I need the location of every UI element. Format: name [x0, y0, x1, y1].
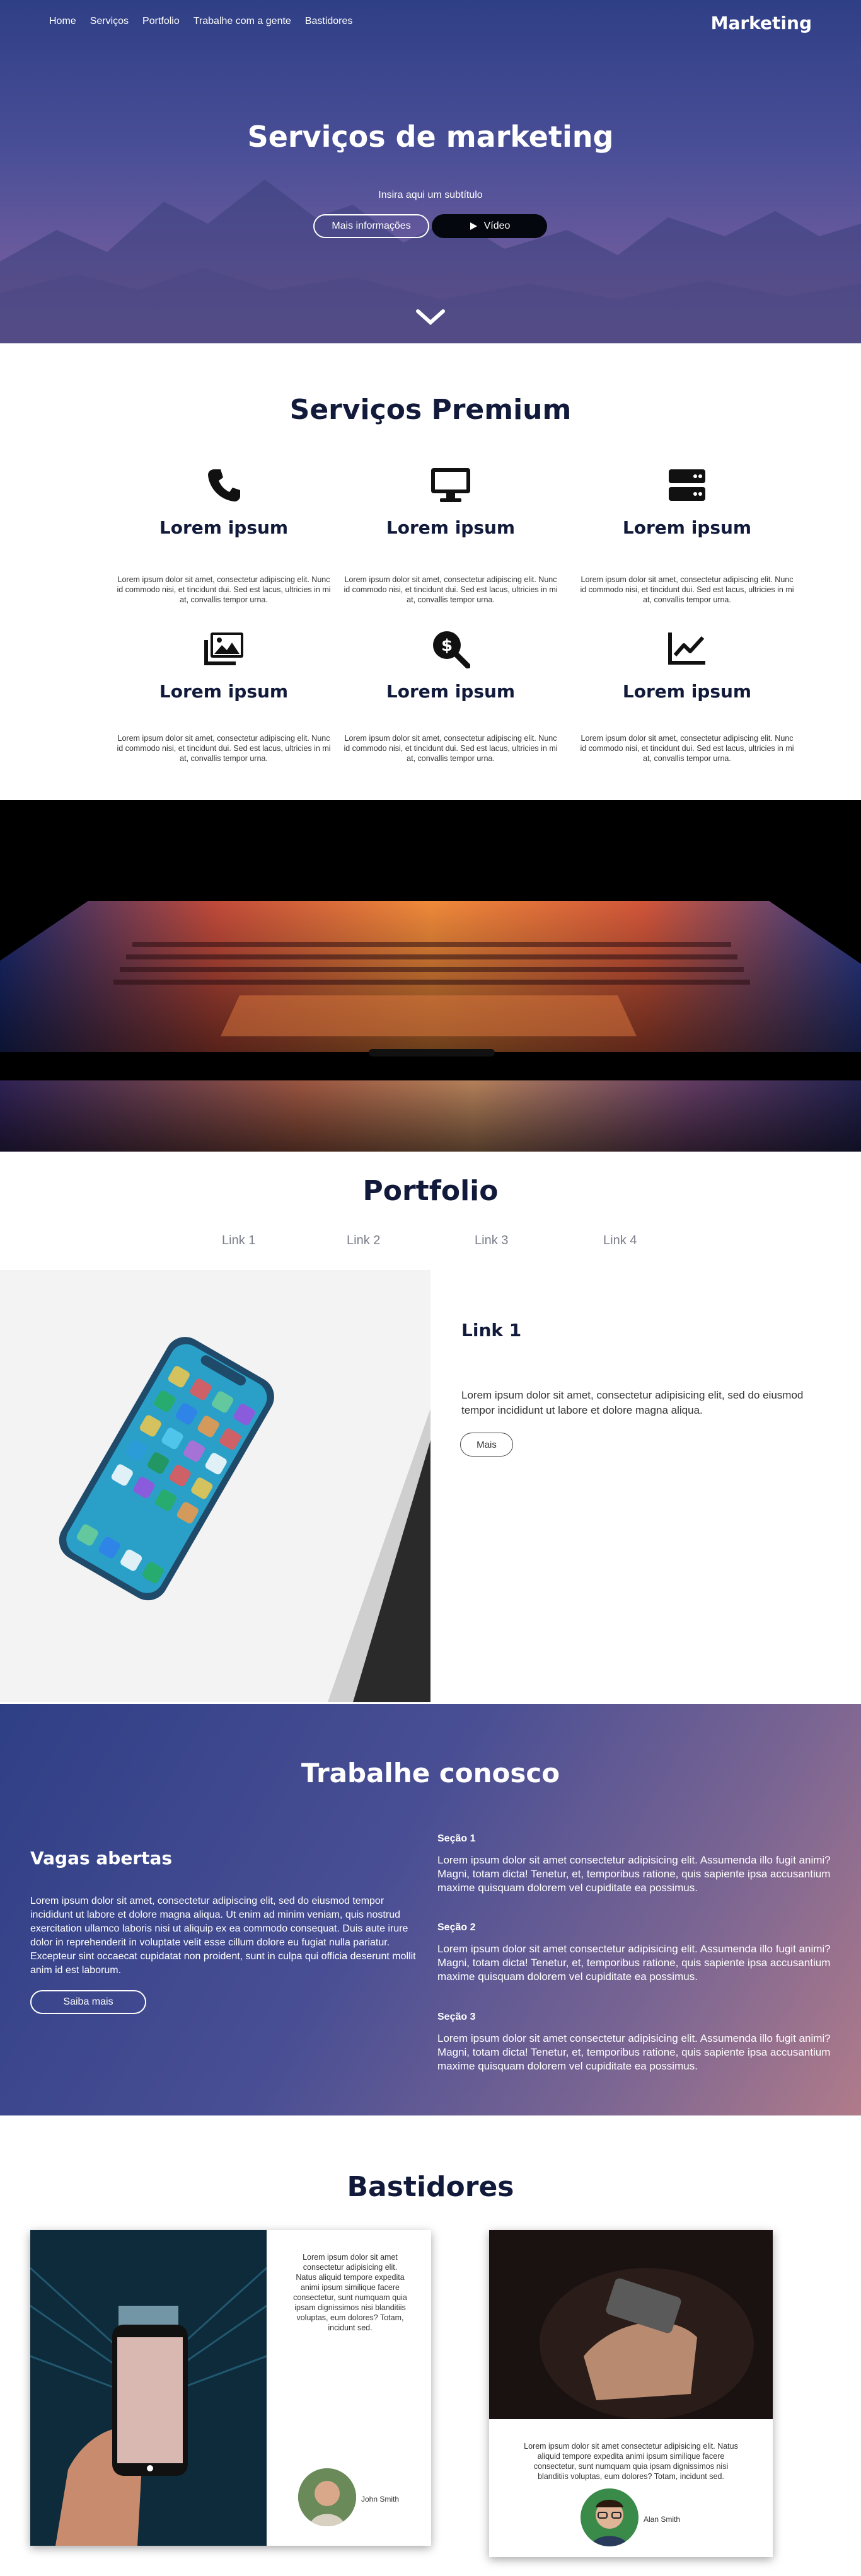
- chevron-down-icon[interactable]: [415, 307, 446, 328]
- work-section-text: Lorem ipsum dolor sit amet consectetur a…: [437, 2032, 831, 2072]
- portfolio-tabs: Link 1 Link 2 Link 3 Link 4: [0, 1234, 861, 1252]
- portfolio-phone-image: [0, 1270, 430, 1702]
- vagas-title: Vagas abertas: [30, 1848, 173, 1869]
- svg-text:$: $: [441, 636, 453, 655]
- work-section-1: Seção 1 Lorem ipsum dolor sit amet conse…: [437, 1833, 835, 1895]
- work-section: Trabalhe conosco Vagas abertas Lorem ips…: [0, 1704, 861, 2115]
- service-title: Lorem ipsum: [386, 681, 516, 702]
- service-card: $ Lorem ipsum Lorem ipsum dolor sit amet…: [344, 627, 558, 764]
- service-text: Lorem ipsum dolor sit amet, consectetur …: [344, 734, 558, 763]
- portfolio-title: Portfolio: [362, 1175, 499, 1207]
- service-card: Lorem ipsum Lorem ipsum dolor sit amet, …: [580, 627, 794, 764]
- service-card: Lorem ipsum Lorem ipsum dolor sit amet, …: [117, 463, 331, 605]
- play-icon: [470, 222, 477, 230]
- service-text: Lorem ipsum dolor sit amet, consectetur …: [117, 575, 331, 604]
- bastidores-card: Lorem ipsum dolor sit amet consectetur a…: [489, 2230, 773, 2557]
- services-title: Serviços Premium: [289, 394, 572, 426]
- video-button-label: Vídeo: [483, 220, 511, 231]
- search-dollar-icon: $: [429, 627, 473, 671]
- work-section-title: Seção 3: [437, 2012, 476, 2022]
- service-card: Lorem ipsum Lorem ipsum dolor sit amet, …: [580, 463, 794, 605]
- main-nav: Home Serviços Portfolio Trabalhe com a g…: [49, 16, 352, 27]
- nav-trabalhe[interactable]: Trabalhe com a gente: [194, 16, 291, 27]
- work-section-text: Lorem ipsum dolor sit amet consectetur a…: [437, 1854, 831, 1894]
- portfolio-tab-2[interactable]: Link 2: [347, 1234, 380, 1248]
- portfolio-item-title: Link 1: [461, 1320, 522, 1341]
- service-title: Lorem ipsum: [622, 517, 752, 538]
- nav-servicos[interactable]: Serviços: [90, 16, 129, 27]
- work-section-title: Seção 2: [437, 1922, 476, 1933]
- portfolio-tab-3[interactable]: Link 3: [475, 1234, 508, 1248]
- vagas-text: Lorem ipsum dolor sit amet, consectetur …: [30, 1896, 416, 1976]
- phone-icon: [202, 463, 246, 507]
- service-title: Lorem ipsum: [386, 517, 516, 538]
- service-title: Lorem ipsum: [622, 681, 752, 702]
- work-section-2: Seção 2 Lorem ipsum dolor sit amet conse…: [437, 1922, 835, 1984]
- work-section-text: Lorem ipsum dolor sit amet consectetur a…: [437, 1943, 831, 1983]
- portfolio-item-text: Lorem ipsum dolor sit amet, consectetur …: [461, 1389, 804, 1416]
- nav-portfolio[interactable]: Portfolio: [142, 16, 180, 27]
- hands-phone-image: [489, 2230, 773, 2419]
- card-text: Lorem ipsum dolor sit amet consectetur a…: [293, 2253, 407, 2332]
- saiba-mais-button[interactable]: Saiba mais: [30, 1990, 146, 2014]
- hand-phone-tunnel-image: [30, 2230, 267, 2546]
- brand-logo[interactable]: Marketing: [711, 13, 812, 33]
- chart-line-icon: [665, 627, 709, 671]
- work-section-title: Seção 1: [437, 1833, 476, 1844]
- bastidores-title: Bastidores: [347, 2171, 514, 2203]
- work-title: Trabalhe conosco: [301, 1758, 560, 1789]
- service-text: Lorem ipsum dolor sit amet, consectetur …: [344, 575, 558, 604]
- hero-section: Home Serviços Portfolio Trabalhe com a g…: [0, 0, 861, 343]
- portfolio-tab-1[interactable]: Link 1: [222, 1234, 255, 1248]
- author-name: John Smith: [361, 2495, 400, 2504]
- hero-title: Serviços de marketing: [247, 120, 614, 154]
- service-card: Lorem ipsum Lorem ipsum dolor sit amet, …: [117, 627, 331, 764]
- service-card: Lorem ipsum Lorem ipsum dolor sit amet, …: [344, 463, 558, 605]
- service-title: Lorem ipsum: [159, 681, 289, 702]
- service-title: Lorem ipsum: [159, 517, 289, 538]
- service-text: Lorem ipsum dolor sit amet, consectetur …: [580, 734, 794, 763]
- more-info-button[interactable]: Mais informações: [313, 214, 429, 238]
- video-button[interactable]: Vídeo: [432, 214, 547, 238]
- nav-bastidores[interactable]: Bastidores: [305, 16, 353, 27]
- bastidores-card: Lorem ipsum dolor sit amet consectetur a…: [30, 2230, 431, 2546]
- hero-subtitle: Insira aqui um subtítulo: [378, 190, 483, 200]
- author-name: Alan Smith: [644, 2515, 681, 2524]
- avatar: [298, 2468, 356, 2526]
- portfolio-more-button[interactable]: Mais: [460, 1433, 513, 1457]
- laptop-banner-image: [0, 800, 861, 1152]
- images-icon: [202, 627, 246, 671]
- service-text: Lorem ipsum dolor sit amet, consectetur …: [117, 734, 331, 763]
- service-text: Lorem ipsum dolor sit amet, consectetur …: [580, 575, 794, 604]
- nav-home[interactable]: Home: [49, 16, 76, 27]
- avatar: [581, 2488, 639, 2546]
- portfolio-tab-4[interactable]: Link 4: [603, 1234, 637, 1248]
- desktop-icon: [429, 463, 473, 507]
- card-text: Lorem ipsum dolor sit amet consectetur a…: [524, 2442, 738, 2481]
- server-icon: [665, 463, 709, 507]
- work-section-3: Seção 3 Lorem ipsum dolor sit amet conse…: [437, 2012, 835, 2073]
